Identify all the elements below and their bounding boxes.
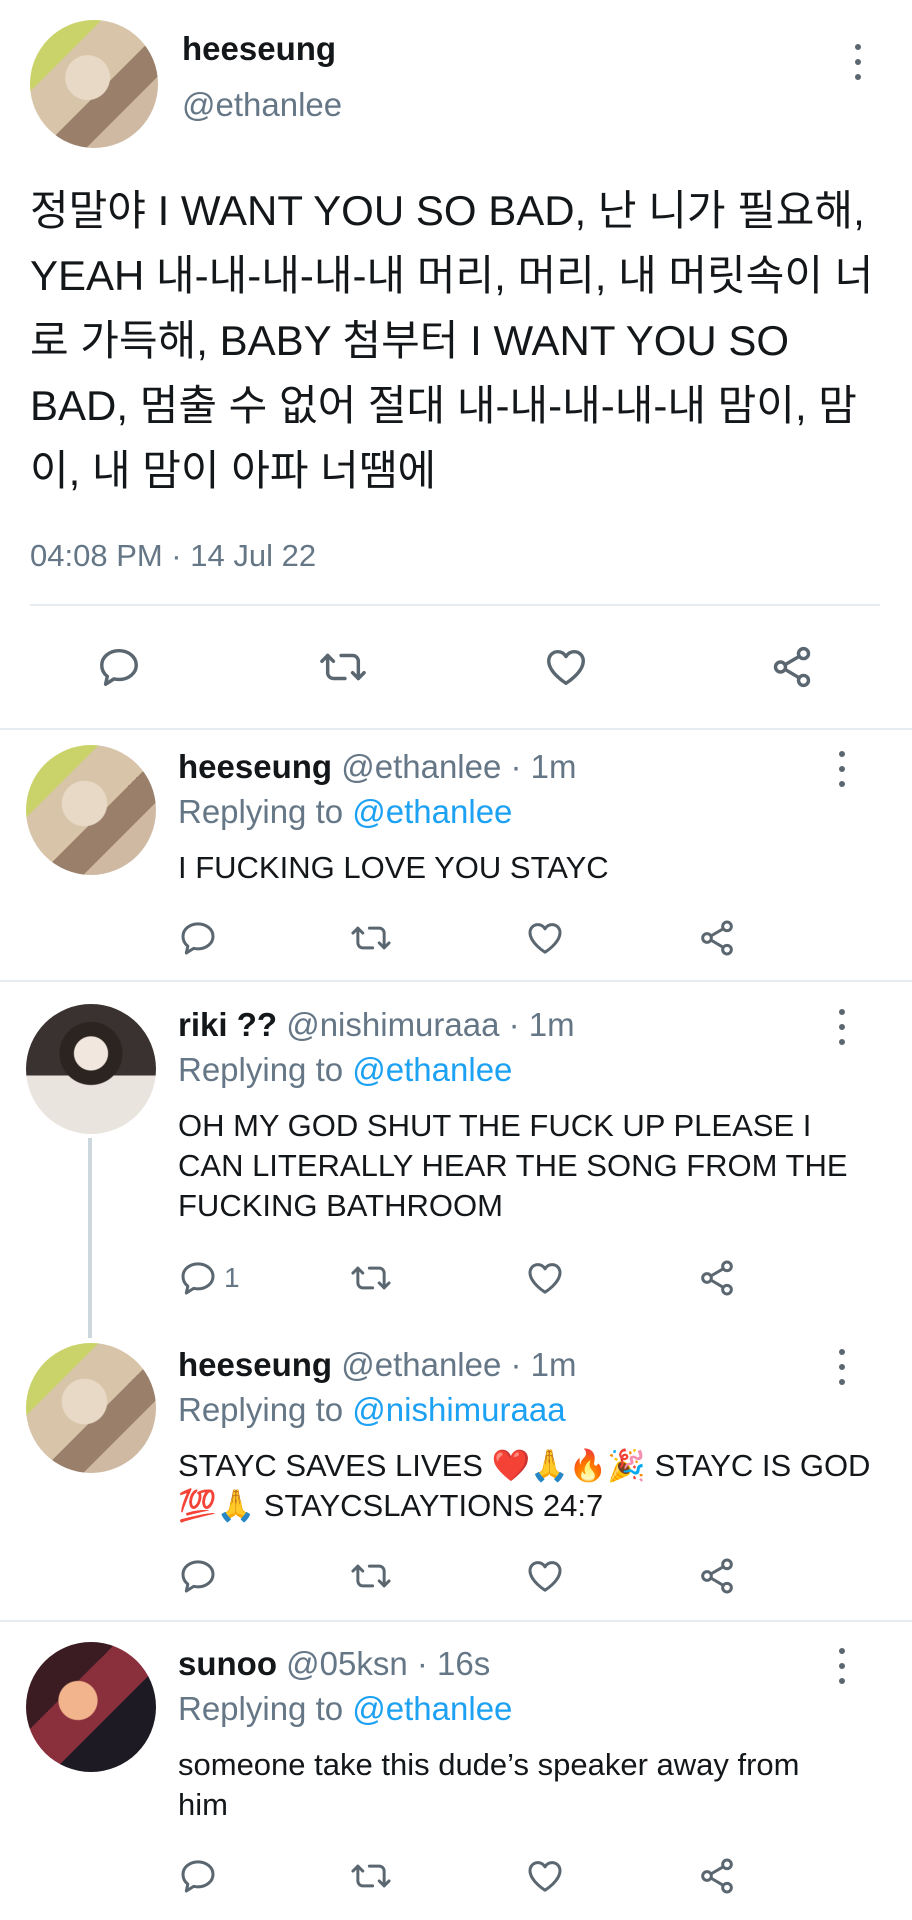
replying-to: Replying to @ethanlee [178,1690,513,1727]
like-button[interactable] [524,918,566,958]
divider [0,980,912,982]
mention-link[interactable]: @ethanlee [352,1051,512,1088]
like-icon [528,1263,562,1294]
tweet-text: 정말야 I WANT YOU SO BAD, 난 니가 필요해, YEAH 내-… [30,187,874,494]
retweet-button[interactable] [348,918,394,958]
share-icon [701,920,733,956]
replying-to: Replying to @ethanlee [178,793,513,830]
share-icon [701,1858,733,1894]
avatar[interactable] [26,1642,156,1772]
mention-link[interactable]: @ethanlee [352,1690,512,1727]
retweet-icon [351,926,391,950]
avatar[interactable] [30,20,158,148]
author-handle[interactable]: @ethanlee [182,86,342,124]
reply-button[interactable] [178,1556,224,1596]
share-icon [701,1558,733,1594]
author-handle[interactable]: @05ksn · 16s [286,1645,490,1682]
retweet-button[interactable] [316,644,370,690]
like-button[interactable] [524,1556,566,1596]
mention-link[interactable]: @nishimuraaa [352,1391,565,1428]
retweet-button[interactable] [348,1556,394,1596]
more-vertical-icon[interactable] [853,44,863,80]
reply-header: sunoo @05ksn · 16s [178,1645,490,1683]
reply-icon [100,648,138,686]
more-vertical-icon[interactable] [837,751,847,787]
author-name[interactable]: heeseung [178,1346,332,1383]
avatar[interactable] [26,745,156,875]
more-vertical-icon[interactable] [837,1349,847,1385]
reply-text: someone take this dude’s speaker away fr… [178,1747,800,1822]
retweet-button[interactable] [348,1856,394,1896]
divider [30,604,880,606]
reply-icon [181,1560,215,1593]
reply-button[interactable] [178,1856,224,1896]
reply-icon [181,1860,215,1893]
like-icon [528,1561,562,1592]
reply-text: OH MY GOD SHUT THE FUCK UP PLEASE I CAN … [178,1108,848,1223]
share-icon [773,646,811,688]
reply-button[interactable] [96,644,142,690]
more-vertical-icon[interactable] [837,1009,847,1045]
reply-header: heeseung @ethanlee · 1m [178,1346,577,1384]
retweet-icon [320,653,366,681]
retweet-button[interactable] [348,1258,394,1298]
share-button[interactable] [696,1556,738,1596]
avatar[interactable] [26,1004,156,1134]
author-handle[interactable]: @nishimuraaa · 1m [286,1006,574,1043]
reply-count: 1 [224,1262,240,1293]
share-icon [701,1260,733,1296]
reply-text: STAYC SAVES LIVES ❤️🙏🔥🎉 STAYC IS GOD 💯🙏 … [178,1448,871,1523]
mention-link[interactable]: @ethanlee [352,793,512,830]
like-icon [547,649,585,686]
reply-button[interactable] [178,918,224,958]
author-handle[interactable]: @ethanlee · 1m [341,748,576,785]
replying-to: Replying to @nishimuraaa [178,1391,566,1428]
reply-header: heeseung @ethanlee · 1m [178,748,577,786]
reply-header: riki ?? @nishimuraaa · 1m [178,1006,575,1044]
share-button[interactable] [696,1856,738,1896]
tweet-timestamp: 04:08 PM · 14 Jul 22 [30,538,317,573]
thread-line [88,1138,92,1338]
reply-icon [181,922,215,955]
share-button[interactable] [696,918,738,958]
like-icon [528,923,562,954]
reply-button[interactable]: 1 [178,1258,240,1298]
more-vertical-icon[interactable] [837,1648,847,1684]
retweet-icon [351,1864,391,1888]
author-handle[interactable]: @ethanlee · 1m [341,1346,576,1383]
share-button[interactable] [768,644,816,690]
like-button[interactable] [524,1258,566,1298]
reply-icon [181,1262,215,1295]
divider [0,728,912,730]
reply-text: I FUCKING LOVE YOU STAYC [178,850,609,885]
like-button[interactable] [542,644,590,690]
replying-to: Replying to @ethanlee [178,1051,513,1088]
divider [0,1620,912,1622]
retweet-icon [351,1564,391,1588]
avatar[interactable] [26,1343,156,1473]
author-name[interactable]: heeseung [178,748,332,785]
retweet-icon [351,1266,391,1290]
author-name[interactable]: sunoo [178,1645,277,1682]
like-icon [528,1861,562,1892]
share-button[interactable] [696,1258,738,1298]
author-name[interactable]: riki ?? [178,1006,277,1043]
like-button[interactable] [524,1856,566,1896]
author-name[interactable]: heeseung [182,30,336,68]
